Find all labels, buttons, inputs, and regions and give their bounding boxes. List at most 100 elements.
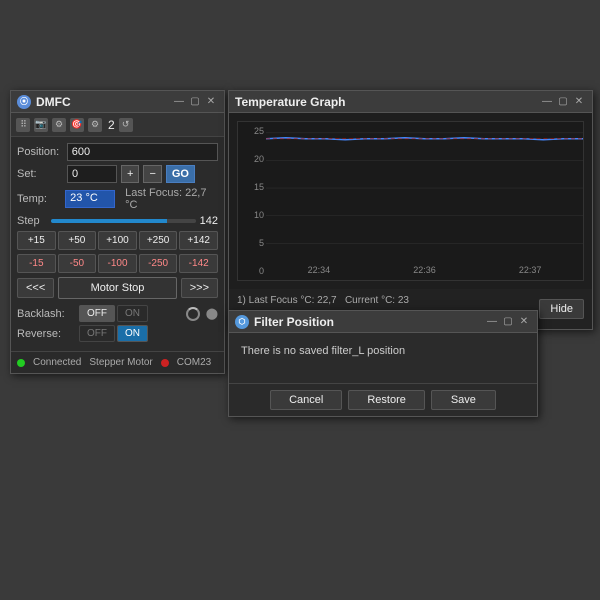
x-label-3: 22:37 xyxy=(519,265,542,275)
backlash-extra-icon: ⬤ xyxy=(206,307,218,320)
dmfc-close-btn[interactable]: ✕ xyxy=(204,95,218,109)
temp-row: Temp: 23 °C Last Focus: 22,7 °C xyxy=(17,187,218,211)
position-row: Position: xyxy=(17,143,218,161)
dmfc-window: ⦿ DMFC — ▢ ✕ ⠿ 📷 ⚙ 🎯 ⚙ 2 ↺ Position: Set… xyxy=(10,90,225,374)
set-label: Set: xyxy=(17,168,63,180)
filter-footer: Cancel Restore Save xyxy=(229,383,537,416)
dmfc-content: Position: Set: + − GO Temp: 23 °C Last F… xyxy=(11,137,224,351)
motor-row: <<< Motor Stop >>> xyxy=(17,277,218,299)
dmfc-maximize-btn[interactable]: ▢ xyxy=(188,95,202,109)
nav-left-btn[interactable]: <<< xyxy=(17,278,54,298)
temp-label: Temp: xyxy=(17,193,61,205)
step-slider[interactable] xyxy=(51,219,196,223)
step-neg-50[interactable]: -50 xyxy=(58,254,97,273)
y-label-25: 25 xyxy=(240,126,264,136)
toolbar-camera-icon[interactable]: 📷 xyxy=(34,118,48,132)
filter-title: Filter Position xyxy=(254,315,483,329)
hide-btn[interactable]: Hide xyxy=(539,299,584,319)
step-neg-100[interactable]: -100 xyxy=(98,254,137,273)
spinner-icon xyxy=(186,307,200,321)
step-pos-50[interactable]: +50 xyxy=(58,231,97,250)
backlash-toggle: OFF ON xyxy=(79,305,148,322)
x-label-1: 22:34 xyxy=(308,265,331,275)
x-label-2: 22:36 xyxy=(413,265,436,275)
reverse-row: Reverse: OFF ON xyxy=(17,325,218,342)
toolbar-dots-icon[interactable]: ⠿ xyxy=(16,118,30,132)
dmfc-toolbar: ⠿ 📷 ⚙ 🎯 ⚙ 2 ↺ xyxy=(11,113,224,137)
position-input[interactable] xyxy=(67,143,218,161)
reverse-on-btn[interactable]: ON xyxy=(117,325,148,342)
y-label-5: 5 xyxy=(240,238,264,248)
dmfc-minimize-btn[interactable]: — xyxy=(172,95,186,109)
port-label: COM23 xyxy=(177,357,211,368)
step-neg-15[interactable]: -15 xyxy=(17,254,56,273)
y-label-20: 20 xyxy=(240,154,264,164)
backlash-off-btn[interactable]: OFF xyxy=(79,305,115,322)
filter-title-bar: ⬡ Filter Position — ▢ ✕ xyxy=(229,311,537,333)
reverse-toggle: OFF ON xyxy=(79,325,148,342)
reverse-label: Reverse: xyxy=(17,328,73,340)
toolbar-num: 2 xyxy=(108,118,115,132)
temperature-window: Temperature Graph — ▢ ✕ 25 20 15 10 5 0 xyxy=(228,90,593,330)
position-label: Position: xyxy=(17,146,63,158)
temp-close-btn[interactable]: ✕ xyxy=(572,95,586,109)
step-pos-15[interactable]: +15 xyxy=(17,231,56,250)
stepper-dot xyxy=(161,359,169,367)
step-neg-142[interactable]: -142 xyxy=(179,254,218,273)
save-btn[interactable]: Save xyxy=(431,390,496,410)
toolbar-refresh-icon[interactable]: ↺ xyxy=(119,118,133,132)
plus-btn[interactable]: + xyxy=(121,165,139,183)
backlash-label: Backlash: xyxy=(17,308,73,320)
backlash-on-btn[interactable]: ON xyxy=(117,305,148,322)
last-focus-label: Last Focus: 22,7 °C xyxy=(125,187,218,211)
filter-content: There is no saved filter_L position xyxy=(229,333,537,383)
step-label: Step xyxy=(17,215,47,227)
motor-stop-btn[interactable]: Motor Stop xyxy=(58,277,176,299)
temp-minimize-btn[interactable]: — xyxy=(540,95,554,109)
stepper-label: Stepper Motor xyxy=(89,357,152,368)
filter-icon: ⬡ xyxy=(235,315,249,329)
dmfc-title: DMFC xyxy=(36,95,170,109)
temp-title-bar: Temperature Graph — ▢ ✕ xyxy=(229,91,592,113)
backlash-row: Backlash: OFF ON ⬤ xyxy=(17,305,218,322)
minus-btn[interactable]: − xyxy=(143,165,161,183)
toolbar-settings-icon[interactable]: ⚙ xyxy=(88,118,102,132)
filter-window: ⬡ Filter Position — ▢ ✕ There is no save… xyxy=(228,310,538,417)
temp-value: 23 °C xyxy=(65,190,115,208)
y-label-10: 10 xyxy=(240,210,264,220)
chart-container: 25 20 15 10 5 0 xyxy=(237,121,584,281)
temp-line xyxy=(266,138,583,140)
y-axis-labels: 25 20 15 10 5 0 xyxy=(238,122,266,280)
step-neg-250[interactable]: -250 xyxy=(139,254,178,273)
filter-minimize-btn[interactable]: — xyxy=(485,315,499,329)
set-input[interactable] xyxy=(67,165,117,183)
y-label-15: 15 xyxy=(240,182,264,192)
filter-close-btn[interactable]: ✕ xyxy=(517,315,531,329)
reverse-off-btn[interactable]: OFF xyxy=(79,325,115,342)
cancel-btn[interactable]: Cancel xyxy=(270,390,342,410)
positive-btn-grid: +15 +50 +100 +250 +142 xyxy=(17,231,218,250)
temp-title: Temperature Graph xyxy=(235,95,538,109)
set-row: Set: + − GO xyxy=(17,165,218,183)
chart-inner xyxy=(266,122,583,260)
go-btn[interactable]: GO xyxy=(166,165,195,183)
filter-maximize-btn[interactable]: ▢ xyxy=(501,315,515,329)
step-pos-100[interactable]: +100 xyxy=(98,231,137,250)
step-value: 142 xyxy=(200,215,218,227)
step-pos-250[interactable]: +250 xyxy=(139,231,178,250)
step-row: Step 142 xyxy=(17,215,218,227)
filter-message: There is no saved filter_L position xyxy=(241,345,525,357)
temp-chart-area: 25 20 15 10 5 0 xyxy=(229,113,592,289)
temp-maximize-btn[interactable]: ▢ xyxy=(556,95,570,109)
toolbar-target-icon[interactable]: 🎯 xyxy=(70,118,84,132)
y-label-0: 0 xyxy=(240,266,264,276)
dmfc-status-bar: Connected Stepper Motor COM23 xyxy=(11,351,224,373)
step-pos-142[interactable]: +142 xyxy=(179,231,218,250)
toolbar-gear-icon[interactable]: ⚙ xyxy=(52,118,66,132)
restore-btn[interactable]: Restore xyxy=(348,390,425,410)
chart-svg xyxy=(266,122,583,260)
nav-right-btn[interactable]: >>> xyxy=(181,278,218,298)
connected-dot xyxy=(17,359,25,367)
negative-btn-grid: -15 -50 -100 -250 -142 xyxy=(17,254,218,273)
connected-label: Connected xyxy=(33,357,81,368)
